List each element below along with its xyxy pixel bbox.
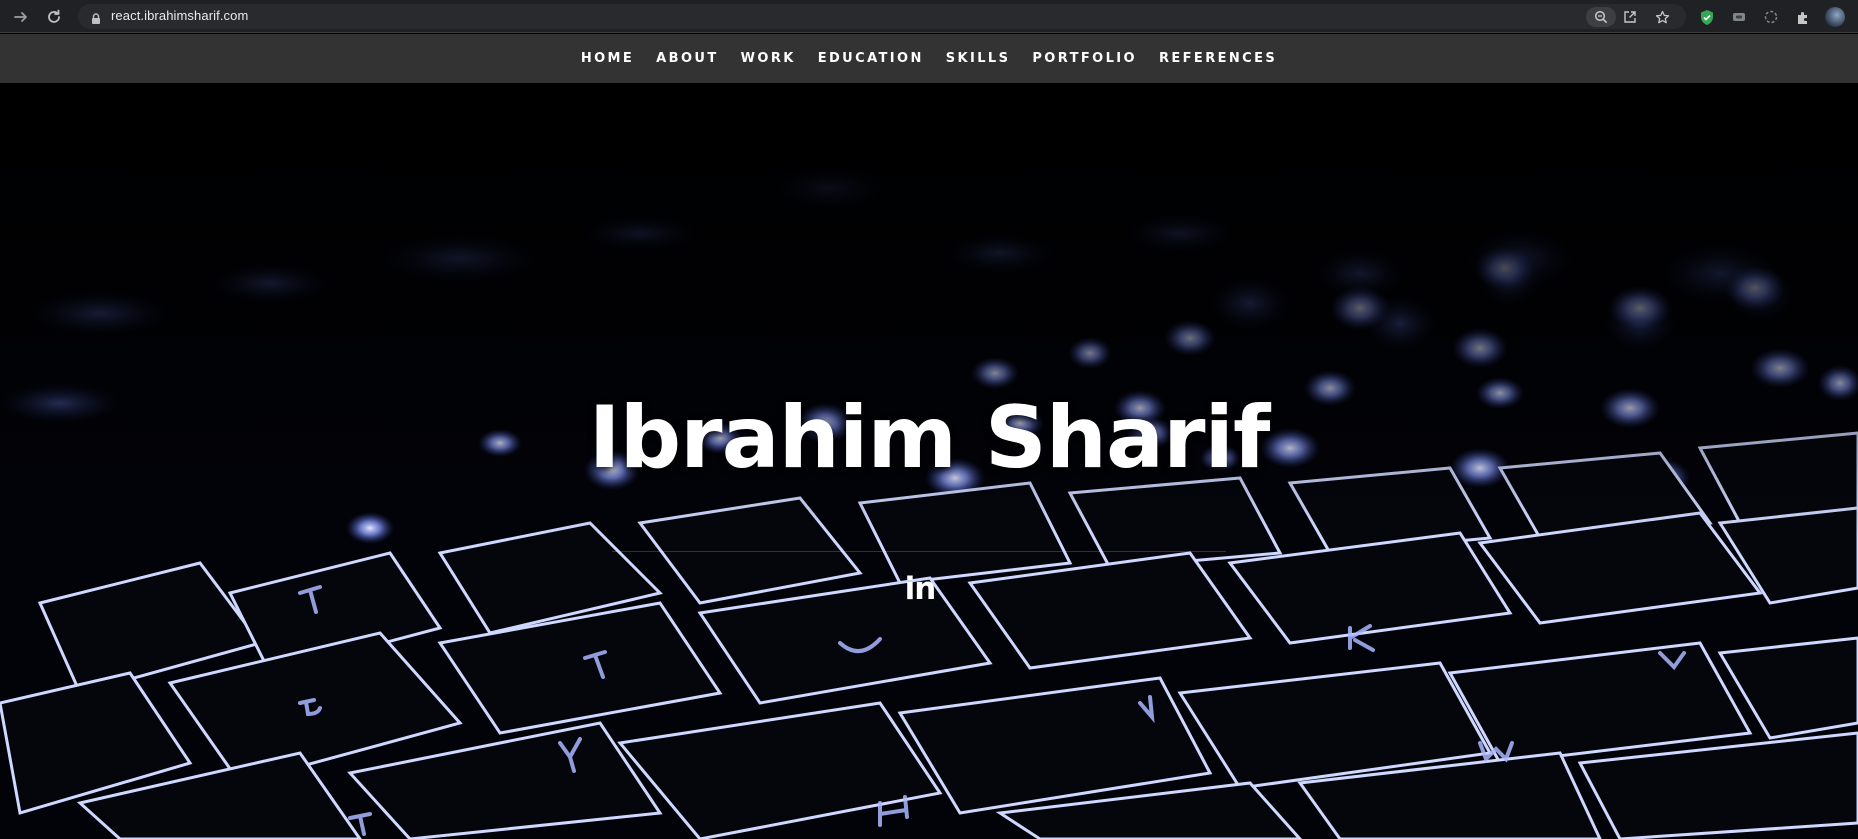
site-navigation: HOME ABOUT WORK EDUCATION SKILLS PORTFOL…	[0, 34, 1858, 83]
browser-toolbar: react.ibrahimsharif.com	[0, 0, 1858, 33]
nav-references[interactable]: REFERENCES	[1159, 51, 1277, 66]
nav-portfolio[interactable]: PORTFOLIO	[1032, 51, 1137, 66]
zoom-icon[interactable]	[1586, 7, 1616, 27]
hero-divider	[612, 551, 1226, 552]
extension-icon[interactable]	[1728, 6, 1750, 28]
nav-skills[interactable]: SKILLS	[946, 51, 1011, 66]
reload-icon[interactable]	[43, 6, 65, 28]
nav-about[interactable]: ABOUT	[656, 51, 718, 66]
share-icon[interactable]	[1619, 7, 1641, 27]
url-text[interactable]: react.ibrahimsharif.com	[111, 8, 248, 23]
linkedin-icon[interactable]: in	[902, 571, 938, 607]
address-bar[interactable]: react.ibrahimsharif.com	[78, 4, 1686, 29]
hero-title: Ibrahim Sharif	[588, 388, 1271, 488]
shield-extension-icon[interactable]	[1696, 6, 1718, 28]
forward-icon[interactable]	[10, 6, 32, 28]
nav-home[interactable]: HOME	[581, 51, 634, 66]
nav-work[interactable]: WORK	[741, 51, 796, 66]
nav-education[interactable]: EDUCATION	[818, 51, 924, 66]
profile-avatar[interactable]	[1824, 6, 1846, 28]
hero-section: Ibrahim Sharif in	[0, 83, 1858, 839]
puzzle-icon[interactable]	[1792, 6, 1814, 28]
lock-icon	[90, 10, 102, 24]
extension-icon[interactable]	[1760, 6, 1782, 28]
star-icon[interactable]	[1651, 7, 1673, 27]
